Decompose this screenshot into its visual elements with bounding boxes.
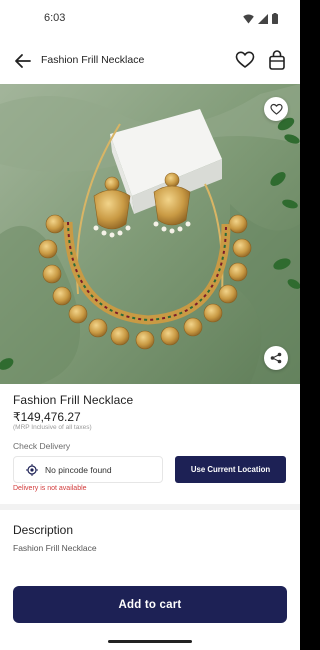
add-to-cart-button[interactable]: Add to cart bbox=[13, 586, 287, 623]
share-icon bbox=[270, 352, 282, 364]
image-wishlist-button[interactable] bbox=[264, 97, 288, 121]
wishlist-button[interactable] bbox=[235, 50, 255, 70]
product-image[interactable] bbox=[0, 84, 300, 384]
back-arrow-icon bbox=[15, 54, 31, 68]
product-detail-screen: 6:03 Fashion Frill Necklace Fashion Fril… bbox=[0, 0, 300, 650]
share-button[interactable] bbox=[264, 346, 288, 370]
battery-icon bbox=[272, 13, 278, 24]
use-current-location-button[interactable]: Use Current Location bbox=[175, 456, 286, 483]
page-title: Fashion Frill Necklace bbox=[41, 54, 145, 66]
description-text: Fashion Frill Necklace bbox=[13, 543, 97, 553]
shopping-bag-icon bbox=[269, 50, 285, 70]
product-price: ₹149,476.27 bbox=[13, 410, 81, 424]
product-name: Fashion Frill Necklace bbox=[13, 393, 134, 407]
heart-icon bbox=[235, 51, 255, 68]
signal-icon bbox=[258, 13, 268, 24]
status-bar: 6:03 bbox=[0, 0, 300, 38]
description-title: Description bbox=[13, 523, 74, 537]
pincode-text: No pincode found bbox=[45, 465, 112, 475]
pincode-field[interactable]: No pincode found bbox=[13, 456, 163, 483]
necklace-image bbox=[0, 84, 300, 384]
section-divider bbox=[0, 504, 300, 510]
check-delivery-label: Check Delivery bbox=[13, 441, 71, 451]
status-icons bbox=[243, 13, 278, 24]
tax-note: (MRP Inclusive of all taxes) bbox=[13, 424, 92, 431]
back-button[interactable] bbox=[12, 50, 34, 72]
heart-icon bbox=[269, 103, 283, 115]
cart-button[interactable] bbox=[267, 49, 287, 71]
home-gesture-handle[interactable] bbox=[108, 640, 192, 643]
wifi-icon bbox=[243, 14, 254, 23]
app-bar: Fashion Frill Necklace bbox=[0, 38, 300, 84]
location-target-icon bbox=[26, 464, 38, 476]
navigation-bar bbox=[0, 632, 300, 650]
status-time: 6:03 bbox=[44, 12, 66, 24]
delivery-error: Delivery is not available bbox=[13, 485, 87, 492]
